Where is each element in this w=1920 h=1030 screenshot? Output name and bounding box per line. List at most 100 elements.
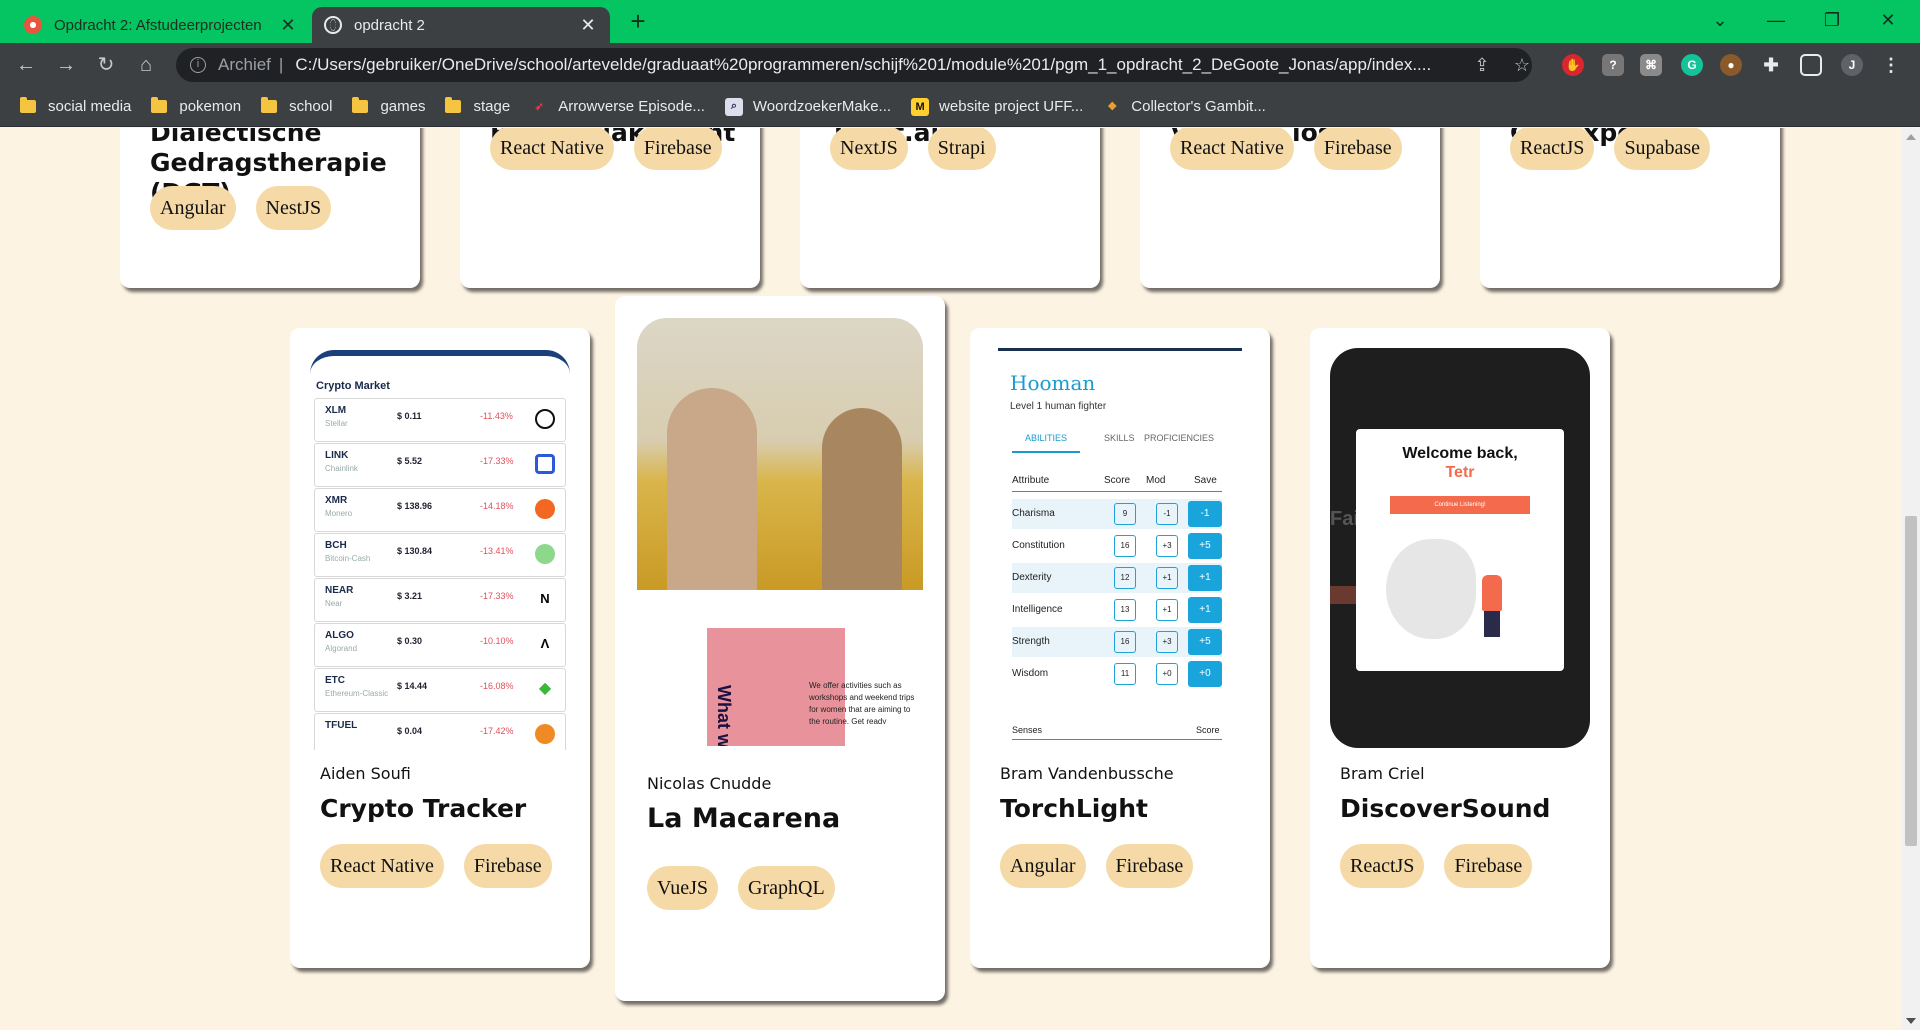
attribute-save[interactable]: +1 xyxy=(1188,597,1222,623)
coin-change: -14.18% xyxy=(480,501,514,511)
attribute-name: Wisdom xyxy=(1012,668,1049,679)
bookmark-social-media[interactable]: social media xyxy=(20,97,132,115)
bookmark-pokemon[interactable]: pokemon xyxy=(151,97,241,115)
tfuel-icon xyxy=(535,724,555,744)
scroll-down-arrow[interactable] xyxy=(1906,1018,1916,1024)
new-tab-button[interactable]: + xyxy=(624,8,652,36)
profile-avatar[interactable]: J xyxy=(1841,54,1863,76)
attribute-save[interactable]: -1 xyxy=(1188,501,1222,527)
home-button[interactable]: ⌂ xyxy=(132,51,160,79)
bitcoin-cash-icon xyxy=(535,544,555,564)
col-mod: Mod xyxy=(1146,475,1166,486)
tab-proficiencies[interactable]: PROFICIENCIES xyxy=(1144,433,1214,443)
project-card[interactable]: Dialectische Gedragstherapie (DGT) Angul… xyxy=(120,128,420,288)
tech-tag: NestJS xyxy=(255,186,332,230)
bookmark-stage[interactable]: stage xyxy=(445,97,510,115)
tab-skills[interactable]: SKILLS xyxy=(1104,433,1135,443)
project-card[interactable]: Fai Welcome back, Tetr Continue Listenin… xyxy=(1310,328,1610,968)
welcome-text: Welcome back, xyxy=(1402,445,1518,462)
project-title: TorchLight xyxy=(1000,794,1148,823)
coin-change: -11.43% xyxy=(480,411,513,421)
help-extension-icon[interactable]: ? xyxy=(1602,54,1624,76)
project-card[interactable]: Car expense ReactJS Supabase xyxy=(1480,128,1780,288)
coin-price: $ 0.11 xyxy=(397,411,422,421)
script-extension-icon[interactable]: ⌘ xyxy=(1640,54,1662,76)
bookmark-website-project[interactable]: Mwebsite project UFF... xyxy=(911,97,1084,116)
tech-tag: Strapi xyxy=(927,128,996,170)
project-card[interactable]: Buurtkajaks Gent React Native Firebase xyxy=(460,128,760,288)
info-icon[interactable]: i xyxy=(190,57,206,73)
project-author: Bram Vandenbussche xyxy=(1000,764,1174,783)
attribute-save[interactable]: +0 xyxy=(1188,661,1222,687)
close-tab-icon[interactable]: ✕ xyxy=(278,15,298,36)
crypto-header: Crypto Market xyxy=(316,380,390,392)
minimize-button[interactable]: — xyxy=(1748,0,1804,40)
forward-button[interactable]: → xyxy=(52,51,80,79)
cookie-extension-icon[interactable]: ● xyxy=(1720,54,1742,76)
attribute-save[interactable]: +1 xyxy=(1188,565,1222,591)
bookmark-arrowverse[interactable]: ➶ Arrowverse Episode... xyxy=(530,98,705,116)
welcome-panel: Welcome back, Tetr Continue Listening! xyxy=(1356,429,1564,671)
coin-price: $ 5.52 xyxy=(397,456,423,466)
coin-name: Near xyxy=(325,599,343,608)
reload-button[interactable]: ↻ xyxy=(92,51,120,79)
back-button[interactable]: ← xyxy=(12,51,40,79)
bookmark-school[interactable]: school xyxy=(261,97,332,115)
menu-icon[interactable]: ⋮ xyxy=(1880,54,1902,76)
coin-symbol: LINK xyxy=(325,450,349,461)
bookmark-games[interactable]: games xyxy=(352,97,425,115)
continue-listening-button[interactable]: Continue Listening! xyxy=(1390,496,1530,514)
bookmark-collectors-gambit[interactable]: ❖ Collector's Gambit... xyxy=(1103,98,1266,116)
algorand-icon: Λ xyxy=(540,636,550,651)
bookmark-label: social media xyxy=(48,98,132,115)
attribute-score: 12 xyxy=(1114,567,1136,589)
tab-afstudeerprojecten[interactable]: Opdracht 2: Afstudeerprojecten ✕ xyxy=(12,7,310,43)
attribute-save[interactable]: +5 xyxy=(1188,533,1222,559)
tab-opdracht-2[interactable]: opdracht 2 ✕ xyxy=(312,7,610,43)
attribute-mod: +1 xyxy=(1156,567,1178,589)
attribute-mod: +3 xyxy=(1156,535,1178,557)
coin-name: Bitcoin-Cash xyxy=(325,554,371,563)
tech-tag: Firebase xyxy=(1105,844,1194,888)
hooman-screenshot: Hooman Level 1 human fighter ABILITIES S… xyxy=(998,348,1242,758)
bookmark-label: website project UFF... xyxy=(939,98,1084,115)
restore-button[interactable]: ❐ xyxy=(1804,0,1860,40)
tech-tag: Angular xyxy=(1000,844,1086,888)
coin-change: -17.33% xyxy=(480,456,514,466)
extensions-puzzle-icon[interactable]: ✚ xyxy=(1760,54,1782,76)
address-bar[interactable]: i Archief | C:/Users/gebruiker/OneDrive/… xyxy=(176,48,1532,82)
tech-tag: Supabase xyxy=(1614,128,1710,170)
attribute-save[interactable]: +5 xyxy=(1188,629,1222,655)
attribute-score: 9 xyxy=(1114,503,1136,525)
project-card[interactable]: What w We offer activities such as works… xyxy=(615,296,945,1001)
crypto-screenshot: Crypto Market XLM Stellar $ 0.11 -11.43% LI… xyxy=(310,350,570,750)
project-author: Bram Criel xyxy=(1340,764,1425,783)
scroll-up-arrow[interactable] xyxy=(1906,134,1916,140)
project-card[interactable]: Crypto Market XLM Stellar $ 0.11 -11.43% LI… xyxy=(290,328,590,968)
tech-tag: GraphQL xyxy=(738,866,835,910)
tech-tag: Firebase xyxy=(463,844,552,888)
project-card[interactable]: Tekst.ai NextJS Strapi xyxy=(800,128,1100,288)
attribute-mod: +3 xyxy=(1156,631,1178,653)
scroll-thumb[interactable] xyxy=(1905,516,1917,846)
project-author: Aiden Soufi xyxy=(320,764,411,783)
grammarly-icon[interactable]: G xyxy=(1681,54,1703,76)
tab-search-button[interactable]: ⌄ xyxy=(1692,0,1748,40)
project-card[interactable]: Hooman Level 1 human fighter ABILITIES S… xyxy=(970,328,1270,968)
bookmark-star-icon[interactable]: ☆ xyxy=(1508,51,1536,79)
close-tab-icon[interactable]: ✕ xyxy=(578,15,598,36)
project-card[interactable]: Virtual Closet React Native Firebase xyxy=(1140,128,1440,288)
side-panel-icon[interactable] xyxy=(1800,54,1822,76)
coin-change: -17.42% xyxy=(480,726,514,736)
close-window-button[interactable]: ✕ xyxy=(1860,0,1916,40)
tab-abilities[interactable]: ABILITIES xyxy=(1012,433,1080,453)
address-label: Archief xyxy=(218,55,271,74)
address-separator: | xyxy=(278,55,284,74)
attribute-score: 16 xyxy=(1114,535,1136,557)
coin-symbol: TFUEL xyxy=(325,720,358,731)
tech-tag: React Native xyxy=(490,128,614,170)
adblock-extension-icon[interactable]: ✋ xyxy=(1562,54,1584,76)
bookmark-woordzoeker[interactable]: ⌕ WoordzoekerMake... xyxy=(724,97,891,116)
divider xyxy=(1012,491,1222,492)
share-icon[interactable]: ⇪ xyxy=(1468,51,1496,79)
